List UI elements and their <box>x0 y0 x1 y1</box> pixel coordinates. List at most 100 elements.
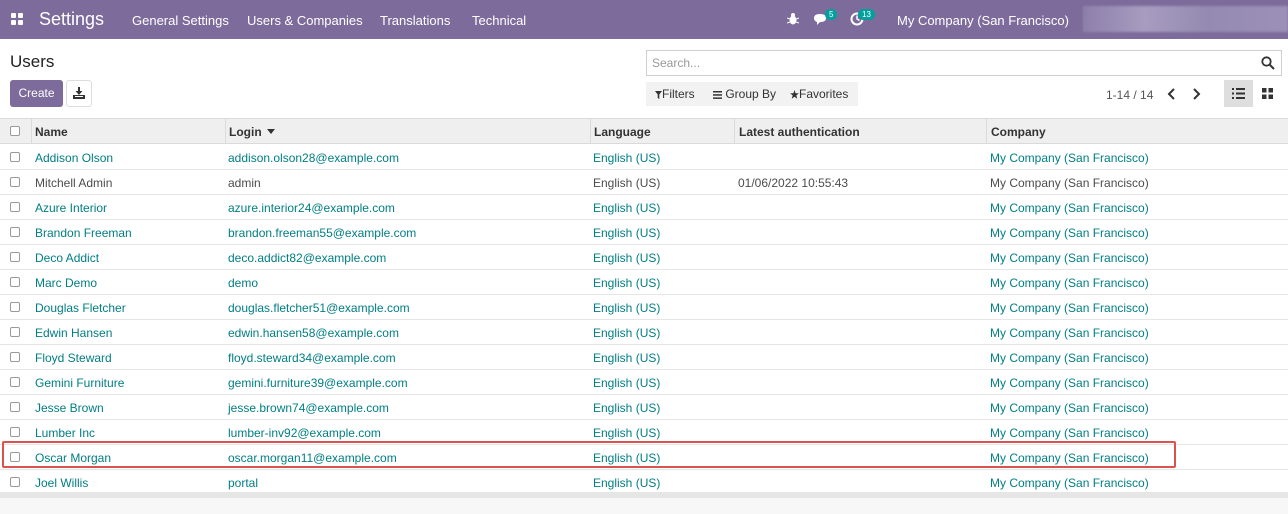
apps-menu-icon[interactable] <box>11 13 24 26</box>
cell-name[interactable]: Marc Demo <box>35 276 97 290</box>
row-checkbox[interactable] <box>10 302 20 312</box>
debug-bug-icon[interactable] <box>787 12 799 26</box>
menu-translations[interactable]: Translations <box>380 13 450 28</box>
table-row[interactable]: Floyd Steward floyd.steward34@example.com… <box>0 345 1288 370</box>
list-view-button[interactable] <box>1224 80 1253 107</box>
pager-previous-icon[interactable] <box>1163 85 1181 103</box>
cell-language[interactable]: English (US) <box>593 201 660 215</box>
cell-company[interactable]: My Company (San Francisco) <box>990 326 1149 340</box>
cell-language[interactable]: English (US) <box>593 276 660 290</box>
cell-name[interactable]: Deco Addict <box>35 251 99 265</box>
cell-login[interactable]: demo <box>228 276 258 290</box>
column-header-latest-authentication[interactable]: Latest authentication <box>739 125 860 139</box>
cell-language[interactable]: English (US) <box>593 226 660 240</box>
cell-language[interactable]: English (US) <box>593 301 660 315</box>
cell-language[interactable]: English (US) <box>593 251 660 265</box>
column-header-login[interactable]: Login <box>229 125 275 139</box>
user-menu-avatar[interactable] <box>1083 6 1288 32</box>
cell-language[interactable]: English (US) <box>593 401 660 415</box>
menu-technical[interactable]: Technical <box>472 13 526 28</box>
menu-users-companies[interactable]: Users & Companies <box>247 13 363 28</box>
cell-name[interactable]: Lumber Inc <box>35 426 95 440</box>
cell-login[interactable]: deco.addict82@example.com <box>228 251 386 265</box>
cell-language[interactable]: English (US) <box>593 151 660 165</box>
cell-name[interactable]: Mitchell Admin <box>35 176 112 190</box>
row-checkbox[interactable] <box>10 277 20 287</box>
row-checkbox[interactable] <box>10 227 20 237</box>
cell-name[interactable]: Gemini Furniture <box>35 376 124 390</box>
pager-value[interactable]: 1-14 / 14 <box>1106 88 1153 102</box>
row-checkbox[interactable] <box>10 252 20 262</box>
cell-language[interactable]: English (US) <box>593 476 660 490</box>
row-checkbox[interactable] <box>10 402 20 412</box>
cell-company[interactable]: My Company (San Francisco) <box>990 301 1149 315</box>
cell-login[interactable]: jesse.brown74@example.com <box>228 401 389 415</box>
favorites-button[interactable]: Favorites <box>790 87 848 101</box>
cell-name[interactable]: Brandon Freeman <box>35 226 132 240</box>
create-button[interactable]: Create <box>10 80 63 107</box>
cell-company[interactable]: My Company (San Francisco) <box>990 401 1149 415</box>
table-row[interactable]: Azure Interior azure.interior24@example.c… <box>0 195 1288 220</box>
cell-login[interactable]: douglas.fletcher51@example.com <box>228 301 410 315</box>
cell-login[interactable]: floyd.steward34@example.com <box>228 351 396 365</box>
cell-login[interactable]: lumber-inv92@example.com <box>228 426 381 440</box>
column-header-name[interactable]: Name <box>35 125 68 139</box>
kanban-view-button[interactable] <box>1254 80 1283 107</box>
row-checkbox[interactable] <box>10 202 20 212</box>
cell-company[interactable]: My Company (San Francisco) <box>990 201 1149 215</box>
cell-company[interactable]: My Company (San Francisco) <box>990 176 1149 190</box>
row-checkbox[interactable] <box>10 327 20 337</box>
table-row[interactable]: Edwin Hansen edwin.hansen58@example.com En… <box>0 320 1288 345</box>
cell-company[interactable]: My Company (San Francisco) <box>990 476 1149 490</box>
row-checkbox[interactable] <box>10 427 20 437</box>
column-header-company[interactable]: Company <box>991 125 1046 139</box>
row-checkbox[interactable] <box>10 477 20 487</box>
table-row[interactable]: Mitchell Admin admin English (US) 01/06/202… <box>0 170 1288 195</box>
cell-login[interactable]: azure.interior24@example.com <box>228 201 395 215</box>
table-row[interactable]: Addison Olson addison.olson28@example.com… <box>0 145 1288 170</box>
cell-language[interactable]: English (US) <box>593 426 660 440</box>
cell-name[interactable]: Azure Interior <box>35 201 107 215</box>
search-icon[interactable] <box>1261 56 1275 70</box>
row-checkbox[interactable] <box>10 152 20 162</box>
cell-login[interactable]: admin <box>228 176 261 190</box>
cell-company[interactable]: My Company (San Francisco) <box>990 376 1149 390</box>
cell-language[interactable]: English (US) <box>593 326 660 340</box>
cell-login[interactable]: edwin.hansen58@example.com <box>228 326 399 340</box>
cell-company[interactable]: My Company (San Francisco) <box>990 276 1149 290</box>
cell-name[interactable]: Addison Olson <box>35 151 113 165</box>
column-header-language[interactable]: Language <box>594 125 651 139</box>
search-input[interactable] <box>652 55 1252 71</box>
table-row[interactable]: Jesse Brown jesse.brown74@example.com Engl… <box>0 395 1288 420</box>
cell-language[interactable]: English (US) <box>593 351 660 365</box>
cell-login[interactable]: gemini.furniture39@example.com <box>228 376 408 390</box>
cell-language[interactable]: English (US) <box>593 176 660 190</box>
cell-company[interactable]: My Company (San Francisco) <box>990 251 1149 265</box>
cell-name[interactable]: Joel Willis <box>35 476 88 490</box>
app-title[interactable]: Settings <box>39 9 104 30</box>
cell-language[interactable]: English (US) <box>593 376 660 390</box>
cell-name[interactable]: Douglas Fletcher <box>35 301 126 315</box>
select-all-checkbox[interactable] <box>10 126 20 136</box>
cell-name[interactable]: Floyd Steward <box>35 351 112 365</box>
table-row[interactable]: Brandon Freeman brandon.freeman55@example… <box>0 220 1288 245</box>
table-row[interactable]: Marc Demo demo English (US) My Company (San… <box>0 270 1288 295</box>
row-checkbox[interactable] <box>10 177 20 187</box>
filters-button[interactable]: Filters <box>655 87 695 101</box>
cell-login[interactable]: portal <box>228 476 258 490</box>
cell-company[interactable]: My Company (San Francisco) <box>990 151 1149 165</box>
cell-company[interactable]: My Company (San Francisco) <box>990 426 1149 440</box>
table-row[interactable]: Gemini Furniture gemini.furniture39@examp… <box>0 370 1288 395</box>
cell-company[interactable]: My Company (San Francisco) <box>990 351 1149 365</box>
pager-next-icon[interactable] <box>1187 85 1205 103</box>
cell-name[interactable]: Edwin Hansen <box>35 326 112 340</box>
groupby-button[interactable]: Group By <box>713 87 776 101</box>
table-row[interactable]: Douglas Fletcher douglas.fletcher51@examp… <box>0 295 1288 320</box>
row-checkbox[interactable] <box>10 377 20 387</box>
cell-login[interactable]: addison.olson28@example.com <box>228 151 399 165</box>
cell-login[interactable]: brandon.freeman55@example.com <box>228 226 416 240</box>
cell-name[interactable]: Jesse Brown <box>35 401 104 415</box>
table-row[interactable]: Deco Addict deco.addict82@example.com Engl… <box>0 245 1288 270</box>
export-download-button[interactable] <box>66 80 92 107</box>
company-switcher[interactable]: My Company (San Francisco) <box>897 13 1069 28</box>
